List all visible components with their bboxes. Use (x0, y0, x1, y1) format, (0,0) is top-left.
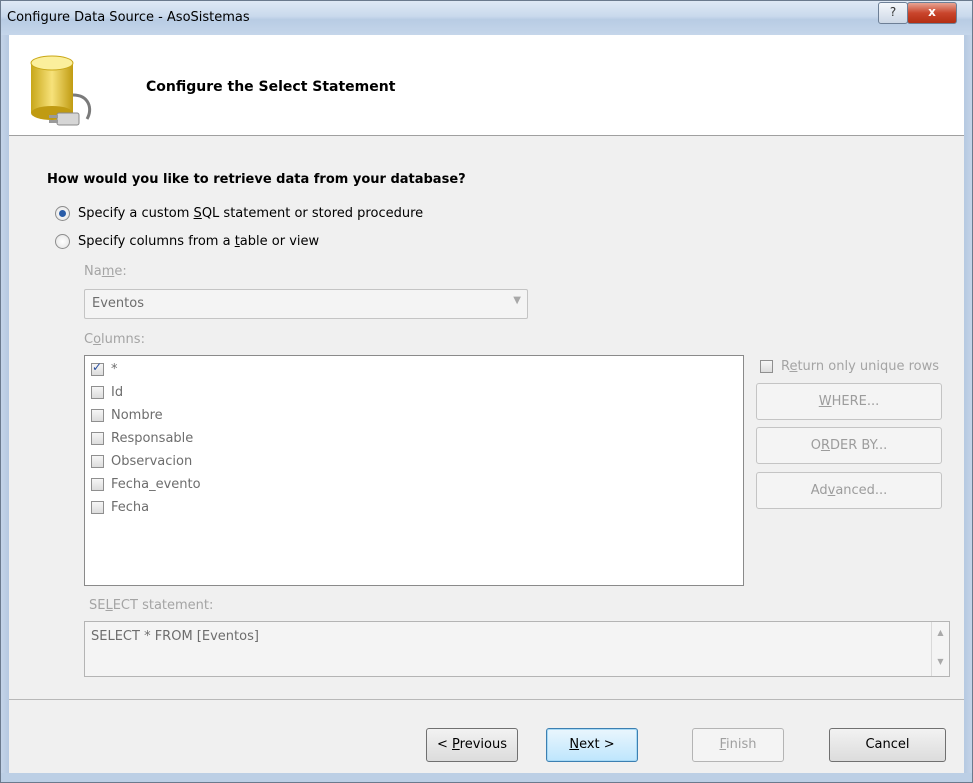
finish-button[interactable]: Finish (692, 728, 784, 762)
column-item[interactable]: Fecha (91, 496, 149, 518)
window-frame-bottom (1, 773, 972, 782)
close-button[interactable]: x (907, 2, 957, 24)
column-label: Nombre (111, 407, 163, 423)
select-statement-scrollbar[interactable]: ▲ ▼ (931, 622, 949, 676)
column-item[interactable]: Fecha_evento (91, 473, 201, 495)
cancel-button[interactable]: Cancel (829, 728, 946, 762)
columns-label: Columns: (84, 332, 145, 347)
column-checkbox[interactable] (91, 408, 104, 422)
column-label: Fecha (111, 499, 150, 515)
page-title: Configure the Select Statement (146, 79, 396, 95)
retrieval-question: How would you like to retrieve data from… (47, 172, 466, 187)
column-checkbox[interactable] (91, 431, 104, 445)
column-label: Fecha_evento (111, 476, 201, 492)
column-checkbox[interactable] (91, 360, 104, 376)
wizard-header: Configure the Select Statement (9, 35, 964, 136)
custom-sql-label: Specify a custom SQL statement or stored… (78, 206, 424, 221)
column-label: * (111, 361, 118, 377)
column-checkbox[interactable] (91, 477, 104, 491)
table-view-label: Specify columns from a table or view (78, 234, 320, 249)
where-button[interactable]: WHERE... (756, 383, 942, 420)
unique-rows-checkbox[interactable] (760, 360, 773, 373)
scroll-up-icon[interactable]: ▲ (932, 628, 949, 637)
custom-sql-radio[interactable] (55, 206, 70, 221)
database-plug-icon (30, 55, 92, 126)
advanced-button[interactable]: Advanced... (756, 472, 942, 509)
column-item[interactable]: Nombre (91, 404, 163, 426)
select-statement-label: SELECT statement: (89, 598, 214, 613)
order-by-button[interactable]: ORDER BY... (756, 427, 942, 464)
table-view-option[interactable]: Specify columns from a table or view (55, 234, 319, 249)
column-item[interactable]: * (91, 358, 118, 380)
next-button[interactable]: Next > (546, 728, 638, 762)
scroll-down-icon[interactable]: ▼ (932, 657, 949, 666)
column-checkbox[interactable] (91, 454, 104, 468)
window-frame-left (1, 35, 9, 773)
select-statement-value: SELECT * FROM [Eventos] (91, 629, 259, 644)
name-label: Name: (84, 264, 127, 279)
chevron-down-icon: ▼ (513, 295, 521, 306)
table-view-radio[interactable] (55, 234, 70, 249)
unique-rows-label: Return only unique rows (781, 359, 940, 374)
unique-rows-option[interactable]: Return only unique rows (760, 359, 939, 374)
column-item[interactable]: Observacion (91, 450, 192, 472)
footer-separator (9, 699, 964, 700)
column-checkbox[interactable] (91, 500, 104, 514)
title-bar[interactable]: Configure Data Source - AsoSistemas ? x (1, 1, 972, 35)
help-button[interactable]: ? (878, 2, 908, 24)
select-statement-textarea[interactable]: SELECT * FROM [Eventos] ▲ ▼ (84, 621, 950, 677)
columns-list[interactable]: * Id Nombre Responsable Observacion Fech… (84, 355, 744, 586)
column-label: Observacion (111, 453, 193, 469)
previous-button[interactable]: < Previous (426, 728, 518, 762)
column-item[interactable]: Id (91, 381, 123, 403)
column-item[interactable]: Responsable (91, 427, 193, 449)
table-name-select[interactable]: Eventos ▼ (84, 289, 528, 319)
window-title: Configure Data Source - AsoSistemas (7, 10, 250, 25)
table-name-value: Eventos (92, 296, 144, 311)
column-label: Responsable (111, 430, 194, 446)
window-frame-right (964, 35, 972, 773)
custom-sql-option[interactable]: Specify a custom SQL statement or stored… (55, 206, 423, 221)
column-checkbox[interactable] (91, 385, 104, 399)
dialog-window: Configure Data Source - AsoSistemas ? x … (0, 0, 973, 783)
column-label: Id (111, 384, 124, 400)
wizard-body: How would you like to retrieve data from… (9, 136, 964, 773)
